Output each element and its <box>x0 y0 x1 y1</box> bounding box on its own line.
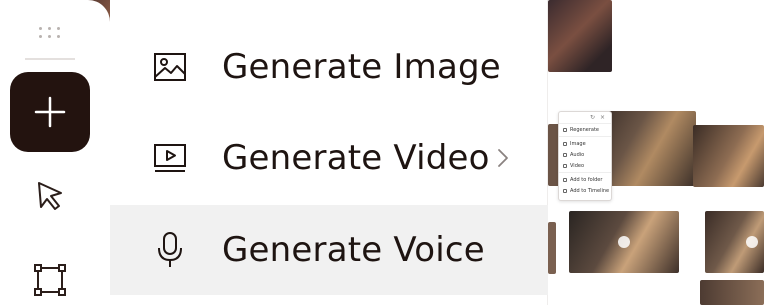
context-menu-header: ↻ × <box>559 112 611 124</box>
context-menu-item[interactable]: Add to folder <box>559 174 611 185</box>
plus-icon <box>34 96 66 128</box>
canvas-image[interactable] <box>548 222 556 274</box>
menu-item-label: Generate Video <box>222 138 490 178</box>
menu-item-generate-voice[interactable]: Generate Voice <box>110 205 548 295</box>
close-icon[interactable]: × <box>600 114 605 121</box>
divider <box>559 172 611 173</box>
generate-menu: Generate Image Generate Video Generate V… <box>110 0 548 305</box>
toolbar-divider <box>25 58 75 60</box>
menu-item-label: Generate Voice <box>222 230 485 270</box>
canvas-image[interactable] <box>548 0 612 72</box>
context-menu: ↻ × Regenerate Image Audio Video Add to … <box>558 111 612 201</box>
audio-icon <box>563 152 567 157</box>
cursor-icon <box>38 182 62 210</box>
menu-item-generate-image[interactable]: Generate Image <box>110 22 548 112</box>
video-icon <box>150 138 190 178</box>
menu-item-generate-video[interactable]: Generate Video <box>110 113 548 203</box>
divider <box>559 136 611 137</box>
context-menu-item[interactable]: Audio <box>559 149 611 160</box>
refresh-icon[interactable]: ↻ <box>590 114 595 121</box>
add-button[interactable] <box>10 72 90 152</box>
context-menu-item[interactable]: Video <box>559 160 611 171</box>
image-icon <box>563 141 567 146</box>
canvas-image[interactable] <box>693 125 764 187</box>
context-menu-item[interactable]: Image <box>559 138 611 149</box>
chevron-right-icon <box>493 143 513 173</box>
image-icon <box>150 47 190 87</box>
menu-item-label: Generate Image <box>222 47 501 87</box>
timeline-icon <box>563 188 567 193</box>
canvas-area[interactable]: ↻ × Regenerate Image Audio Video Add to … <box>548 0 764 305</box>
play-icon[interactable] <box>618 236 630 248</box>
frame-tool-button[interactable] <box>28 258 72 302</box>
folder-icon <box>563 177 567 182</box>
context-menu-item[interactable]: Add to Timeline <box>559 185 611 196</box>
frame-icon <box>34 264 66 296</box>
microphone-icon <box>150 230 190 270</box>
drag-handle-icon[interactable] <box>37 25 63 39</box>
select-tool-button[interactable] <box>28 174 72 218</box>
context-menu-item[interactable]: Regenerate <box>559 124 611 135</box>
left-toolbar <box>0 0 110 305</box>
regenerate-icon <box>563 127 567 132</box>
canvas-image[interactable] <box>700 280 764 305</box>
play-icon[interactable] <box>746 236 758 248</box>
video-icon <box>563 163 567 168</box>
